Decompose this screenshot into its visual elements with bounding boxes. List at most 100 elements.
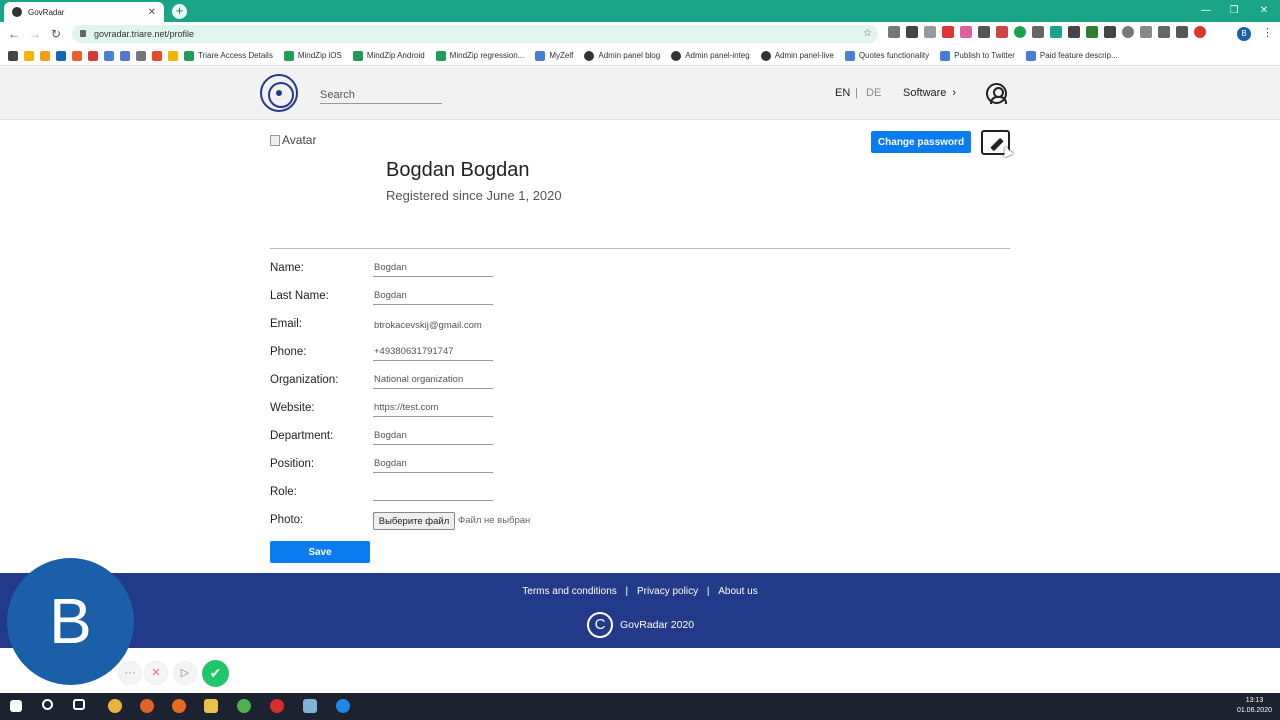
- new-tab-button[interactable]: +: [172, 4, 187, 19]
- govradar-logo-icon[interactable]: [260, 74, 298, 112]
- firefox-icon[interactable]: [172, 699, 186, 713]
- website-field[interactable]: [373, 399, 493, 417]
- position-field[interactable]: [373, 455, 493, 473]
- extension-icon[interactable]: [942, 26, 954, 38]
- bookmark-item[interactable]: MindZip regression...: [435, 50, 524, 61]
- extension-icon[interactable]: [978, 26, 990, 38]
- figma-icon[interactable]: [152, 50, 162, 61]
- clock-date: 01.06.2020: [1236, 707, 1272, 714]
- extension-icon[interactable]: [1068, 26, 1080, 38]
- task-view-icon[interactable]: [73, 699, 85, 710]
- extension-icon[interactable]: [1140, 26, 1152, 38]
- bookmark-label: Publish to Twitter: [954, 51, 1015, 60]
- software-label: Software: [903, 87, 947, 99]
- extension-icon[interactable]: [1050, 26, 1062, 38]
- tab-close-icon[interactable]: ✕: [148, 7, 156, 18]
- language-de-link[interactable]: DE: [866, 87, 881, 99]
- site-header: EN | DE Software ›: [0, 67, 1280, 120]
- search-input[interactable]: [320, 86, 442, 104]
- browser-menu-icon[interactable]: ⋮: [1262, 26, 1273, 39]
- photo-label: Photo:: [270, 514, 304, 526]
- extension-icon[interactable]: [888, 26, 900, 38]
- trello-icon[interactable]: [56, 50, 66, 61]
- user-account-icon[interactable]: [986, 83, 1007, 104]
- apple-icon[interactable]: [8, 50, 18, 61]
- extension-icon[interactable]: [996, 26, 1008, 38]
- language-en-link[interactable]: EN: [835, 87, 850, 99]
- opera-icon[interactable]: [270, 699, 284, 713]
- department-field[interactable]: [373, 427, 493, 445]
- department-label: Department:: [270, 430, 334, 442]
- windows-taskbar: 13:13 01.06.2020: [0, 693, 1280, 720]
- bookmark-item[interactable]: MindZip Android: [352, 50, 425, 61]
- role-field[interactable]: [373, 483, 493, 501]
- extension-icon[interactable]: [1194, 26, 1206, 38]
- edge-icon[interactable]: [336, 699, 350, 713]
- website-label: Website:: [270, 402, 315, 414]
- extension-icon[interactable]: [1176, 26, 1188, 38]
- bookmark-icon[interactable]: [168, 50, 178, 61]
- bookmark-item[interactable]: MyZelf: [535, 50, 573, 61]
- extension-icon[interactable]: [1086, 26, 1098, 38]
- chrome-icon[interactable]: [108, 699, 122, 713]
- gitlab-icon[interactable]: [72, 50, 82, 61]
- bookmark-item[interactable]: Admin panel-live: [760, 50, 834, 61]
- about-link[interactable]: About us: [718, 586, 757, 597]
- window-close-button[interactable]: ✕: [1248, 0, 1280, 22]
- choose-file-button[interactable]: Выберите файл: [373, 512, 455, 530]
- extension-icon[interactable]: [1014, 26, 1026, 38]
- bookmark-star-icon[interactable]: ☆: [863, 25, 872, 43]
- browser-profile-avatar[interactable]: B: [1237, 27, 1251, 41]
- extension-icon[interactable]: [1032, 26, 1044, 38]
- pause-recording-icon[interactable]: ▷: [174, 662, 196, 684]
- app-icon[interactable]: [303, 699, 317, 713]
- clock-time: 13:13: [1245, 697, 1264, 704]
- bookmark-icon[interactable]: [88, 50, 98, 61]
- software-menu[interactable]: Software ›: [903, 87, 956, 99]
- app-icon[interactable]: [140, 699, 154, 713]
- forward-icon[interactable]: →: [27, 26, 43, 42]
- extension-icon[interactable]: [1158, 26, 1170, 38]
- finish-recording-icon[interactable]: ✔: [202, 660, 229, 687]
- windows-start-icon[interactable]: [10, 700, 22, 712]
- browser-tab[interactable]: GovRadar ✕: [4, 2, 164, 22]
- bookmark-item[interactable]: Publish to Twitter: [940, 50, 1015, 61]
- address-bar[interactable]: govradar.triare.net/profile ☆: [72, 25, 878, 43]
- window-restore-button[interactable]: ❐: [1218, 0, 1250, 22]
- last-name-field[interactable]: [373, 287, 493, 305]
- save-button[interactable]: Save: [270, 541, 370, 563]
- extension-icon[interactable]: [1104, 26, 1116, 38]
- slack-icon[interactable]: [237, 699, 251, 713]
- bookmark-item[interactable]: MindZip iOS: [283, 50, 342, 61]
- bookmark-icon[interactable]: [40, 50, 50, 61]
- extension-icon[interactable]: [906, 26, 918, 38]
- reload-icon[interactable]: ↻: [48, 26, 64, 42]
- cancel-recording-icon[interactable]: ✕: [145, 662, 167, 684]
- extension-icon[interactable]: [924, 26, 936, 38]
- change-password-button[interactable]: Change password: [871, 131, 971, 153]
- terms-link[interactable]: Terms and conditions: [522, 586, 617, 597]
- footer-links: Terms and conditions | Privacy policy | …: [0, 586, 1280, 597]
- bookmark-icon[interactable]: [136, 50, 146, 61]
- name-field[interactable]: [373, 259, 493, 277]
- organization-field[interactable]: [373, 371, 493, 389]
- bookmark-item[interactable]: Paid feature descrip...: [1025, 50, 1118, 61]
- extension-icon[interactable]: [960, 26, 972, 38]
- bookmark-item[interactable]: Triare Access Details: [184, 50, 273, 61]
- file-explorer-icon[interactable]: [204, 699, 218, 713]
- bookmark-item[interactable]: Admin panel-integ: [671, 50, 750, 61]
- more-icon[interactable]: ···: [119, 662, 141, 684]
- back-icon[interactable]: ←: [6, 26, 22, 42]
- search-icon[interactable]: [42, 699, 53, 710]
- copyright: C GovRadar 2020: [587, 612, 694, 638]
- extension-icon[interactable]: [1122, 26, 1134, 38]
- phone-field[interactable]: [373, 343, 493, 361]
- globe-icon: [584, 50, 595, 61]
- bookmark-item[interactable]: Admin panel blog: [584, 50, 660, 61]
- taskbar-clock[interactable]: 13:13 01.06.2020: [1237, 696, 1272, 716]
- bookmark-icon[interactable]: [120, 50, 130, 61]
- privacy-link[interactable]: Privacy policy: [637, 586, 698, 597]
- drive-icon[interactable]: [24, 50, 34, 61]
- maps-icon[interactable]: [104, 50, 114, 61]
- bookmark-item[interactable]: Quotes functionality: [844, 50, 929, 61]
